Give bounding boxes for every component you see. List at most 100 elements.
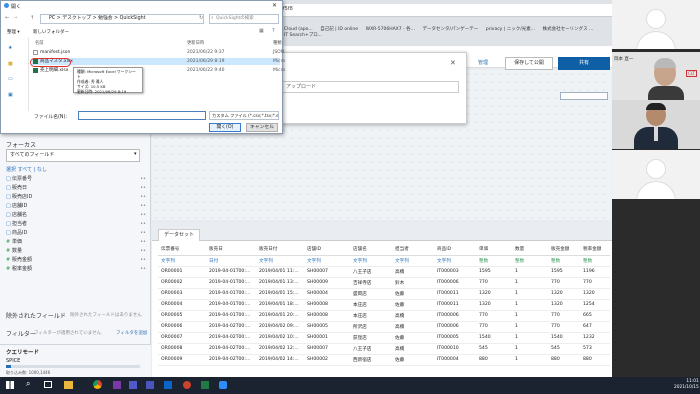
file-item[interactable]: 売上明細.xlsx 2021/06/22 9:40 Micro: [32, 67, 285, 74]
presenter-tile[interactable]: 岡本 直一 CLT: [612, 52, 700, 101]
column-type[interactable]: 文字列: [158, 255, 206, 267]
quick-access-icon[interactable]: ★: [8, 45, 12, 51]
open-button[interactable]: 開く(O): [209, 123, 241, 132]
search-input[interactable]: QuickSightの検索: [209, 14, 279, 24]
filename-input[interactable]: [78, 111, 206, 120]
field-item[interactable]: □店舗名 ••: [6, 211, 146, 220]
column-type[interactable]: 整数: [548, 255, 580, 267]
column-header-date[interactable]: 更新日時: [187, 40, 204, 46]
column-header[interactable]: 販売金額: [548, 244, 580, 256]
teams-icon[interactable]: [129, 381, 137, 389]
tab-dataset[interactable]: データセット: [158, 229, 200, 241]
column-type[interactable]: 文字列: [256, 255, 304, 267]
folder-icon[interactable]: ■: [8, 61, 13, 67]
column-type[interactable]: 文字列: [434, 255, 476, 267]
field-item[interactable]: □商品ID ••: [6, 229, 146, 238]
column-header[interactable]: 伝票番号: [158, 244, 206, 256]
column-header[interactable]: 担当者: [392, 244, 434, 256]
column-type[interactable]: 文字列: [350, 255, 392, 267]
column-header[interactable]: 販売日: [206, 244, 256, 256]
participant-tile[interactable]: [612, 0, 700, 49]
field-item[interactable]: □販売日 ••: [6, 184, 146, 193]
onenote-icon[interactable]: [113, 381, 121, 389]
powerpoint-icon[interactable]: [183, 381, 191, 389]
zoom-icon[interactable]: [219, 381, 227, 389]
organize-button[interactable]: 整理 ▾: [7, 29, 20, 35]
clock[interactable]: 11:01 2021/10/15: [674, 379, 699, 391]
cancel-button[interactable]: キャンセル: [246, 123, 278, 132]
refresh-icon[interactable]: ↻: [199, 15, 203, 21]
table-cell: 1: [512, 266, 548, 278]
bookmark-item[interactable]: 自己記 | ID online: [320, 26, 358, 32]
filename-label: ファイル名(N):: [34, 115, 67, 120]
chrome-taskbar-icon[interactable]: [93, 380, 102, 389]
up-icon[interactable]: ↑: [30, 15, 34, 21]
query-mode-value[interactable]: SPICE: [6, 358, 20, 364]
task-view-icon[interactable]: [44, 381, 52, 388]
file-type-filter[interactable]: カスタム ファイル (*.csv;*.tsv;*.elf;*.: [209, 111, 279, 120]
field-label: 単価: [12, 239, 23, 245]
column-header[interactable]: 数量: [512, 244, 548, 256]
column-type[interactable]: 文字列: [392, 255, 434, 267]
column-header[interactable]: 税率金額: [580, 244, 610, 256]
column-type[interactable]: 文字列: [304, 255, 350, 267]
table-cell: SH00008: [304, 310, 350, 322]
bookmark-item[interactable]: IT Search+プロ...: [284, 32, 322, 38]
teams-icon-2[interactable]: [146, 381, 154, 389]
manage-link[interactable]: 管理: [478, 59, 488, 66]
save-publish-button[interactable]: 保存して公開: [505, 57, 553, 70]
excel-icon[interactable]: [201, 381, 209, 389]
file-explorer-icon[interactable]: [64, 381, 73, 389]
bookmark-item[interactable]: データセンタ/パンゲーテー: [422, 26, 478, 32]
column-header[interactable]: 店舗名: [350, 244, 392, 256]
address-bar[interactable]: [252, 4, 612, 17]
column-header[interactable]: 販売日付: [256, 244, 304, 256]
modal-upload-field[interactable]: アップロード: [281, 81, 459, 93]
column-header[interactable]: 単価: [476, 244, 512, 256]
chevron-down-icon[interactable]: ▾: [134, 151, 137, 157]
field-item[interactable]: □伝票番号 ••: [6, 175, 146, 184]
column-header-type[interactable]: 種類: [273, 40, 282, 46]
back-icon[interactable]: ←: [5, 15, 9, 21]
column-header-name[interactable]: 名前: [35, 40, 44, 46]
column-type[interactable]: 日付: [206, 255, 256, 267]
path-breadcrumb[interactable]: PC > デスクトップ > 勉強会 > QuickSight: [40, 14, 204, 24]
table-cell: 佐藤: [392, 288, 434, 300]
bookmark-item[interactable]: privacy | ニック/光素...: [486, 26, 535, 32]
close-icon[interactable]: ✕: [450, 59, 456, 67]
bookmark-item[interactable]: 株式会社セーリングス ...: [543, 26, 594, 32]
share-button[interactable]: 共有: [558, 57, 610, 70]
canvas-node[interactable]: [560, 92, 608, 100]
column-type[interactable]: 整数: [512, 255, 548, 267]
field-item[interactable]: □店舗ID ••: [6, 202, 146, 211]
column-header[interactable]: 商品ID: [434, 244, 476, 256]
field-item[interactable]: # 税率金額 ••: [6, 265, 146, 274]
navigation-pane[interactable]: ★ ■ ▭ ▣: [1, 38, 29, 111]
field-item[interactable]: # 販売金額 ••: [6, 256, 146, 265]
field-filter-select[interactable]: すべてのフィールド: [6, 149, 140, 162]
field-item[interactable]: □担当者 ••: [6, 220, 146, 229]
forward-icon[interactable]: →: [13, 15, 17, 21]
view-options-icon[interactable]: ▦: [259, 28, 264, 34]
column-header[interactable]: 店舗ID: [304, 244, 350, 256]
file-item[interactable]: manifest.json 2021/06/22 9:37 JSON: [32, 49, 284, 56]
field-item[interactable]: # 数量 ••: [6, 247, 146, 256]
pc-icon[interactable]: ▭: [8, 76, 13, 82]
new-folder-button[interactable]: 新しいフォルダー: [33, 29, 69, 35]
search-icon[interactable]: ⌕: [26, 379, 30, 389]
help-icon[interactable]: ?: [272, 28, 275, 34]
field-item[interactable]: # 単価 ••: [6, 238, 146, 247]
column-type[interactable]: 整数: [580, 255, 610, 267]
participant-tile[interactable]: [612, 150, 700, 199]
select-all-none[interactable]: 選択 すべて | なし: [6, 166, 47, 173]
close-icon[interactable]: ✕: [272, 2, 277, 9]
field-item[interactable]: □販売店ID ••: [6, 193, 146, 202]
column-type[interactable]: 整数: [476, 255, 512, 267]
outlook-icon[interactable]: [164, 381, 172, 389]
network-icon[interactable]: ▣: [8, 92, 13, 98]
table-cell: OR00001: [158, 266, 206, 278]
windows-start-icon[interactable]: [6, 381, 14, 389]
bookmark-item[interactable]: WXR-5706HAX7 - 各...: [366, 26, 415, 32]
participant-video-tile[interactable]: [612, 100, 700, 149]
add-filter-link[interactable]: フィルタを追加: [116, 330, 147, 336]
